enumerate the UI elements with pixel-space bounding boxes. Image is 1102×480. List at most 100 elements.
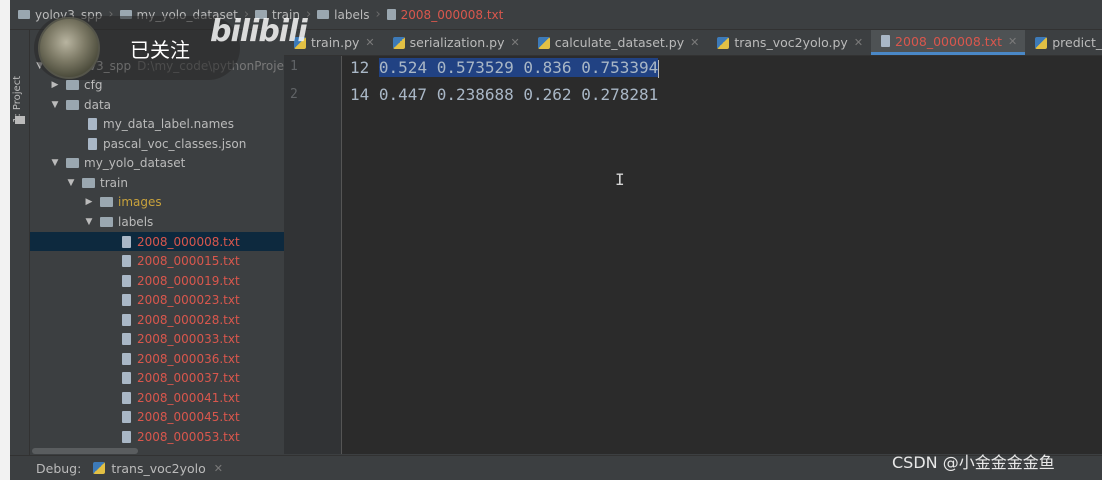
tree-item-images[interactable]: ▶ images [30, 192, 284, 211]
tree-item-label-file[interactable]: 2008_000033.txt [30, 329, 284, 348]
breadcrumb-item-file[interactable]: 2008_000008.txt [386, 7, 504, 22]
tree-item-label-file[interactable]: 2008_000036.txt [30, 349, 284, 368]
breadcrumb-label: labels [334, 7, 370, 22]
chevron-right-icon[interactable]: ▶ [50, 80, 60, 90]
tree-item-json-file[interactable]: pascal_voc_classes.json [30, 134, 284, 153]
tree-item-label-file[interactable]: 2008_000008.txt [30, 232, 284, 251]
tab-label: calculate_dataset.py [554, 35, 685, 50]
tree-item-label: 2008_000053.txt [137, 429, 240, 444]
python-file-icon [1035, 36, 1048, 49]
close-icon[interactable]: ✕ [214, 462, 223, 475]
text-file-icon [386, 9, 396, 20]
avatar [38, 17, 100, 79]
tree-item-label: pascal_voc_classes.json [103, 136, 247, 151]
text-file-icon [122, 410, 131, 423]
tree-item-data[interactable]: ▼ data [30, 95, 284, 114]
text-file-icon [122, 352, 131, 365]
tab-predict-test-py[interactable]: predict_test.py [1025, 30, 1102, 55]
code-line[interactable]: 12 0.524 0.573529 0.836 0.753394 [350, 57, 660, 79]
text-file-icon [122, 235, 131, 248]
code-editor[interactable]: 1 2 12 0.524 0.573529 0.836 0.753394 14 … [284, 56, 1102, 454]
tree-item-label: 2008_000015.txt [137, 253, 240, 268]
chevron-down-icon[interactable]: ▼ [66, 178, 76, 188]
tree-item-label: 2008_000023.txt [137, 292, 240, 307]
line-number-gutter: 1 2 [284, 56, 342, 454]
chevron-right-icon[interactable]: ▶ [84, 197, 94, 207]
horizontal-scrollbar[interactable] [30, 447, 284, 455]
tree-item-my-yolo-dataset[interactable]: ▼ my_yolo_dataset [30, 153, 284, 172]
debug-config-tab[interactable]: trans_voc2yolo [111, 461, 205, 476]
tree-item-label: data [84, 97, 112, 112]
csdn-watermark: CSDN @小金金金金鱼 [892, 453, 1055, 472]
folder-icon [66, 99, 79, 110]
chevron-right-icon: › [375, 7, 381, 22]
tree-item-label-file[interactable]: 2008_000019.txt [30, 271, 284, 290]
line-number: 1 [290, 59, 298, 74]
tab-2008-000008-txt[interactable]: 2008_000008.txt ✕ [871, 30, 1026, 55]
python-file-icon [717, 36, 730, 49]
tree-item-label: 2008_000045.txt [137, 409, 240, 424]
debug-label: Debug: [36, 460, 82, 476]
tree-item-label-file[interactable]: 2008_000023.txt [30, 290, 284, 309]
tab-calculate-dataset-py[interactable]: calculate_dataset.py ✕ [528, 30, 708, 55]
code-line[interactable]: 14 0.447 0.238688 0.262 0.278281 [350, 84, 658, 106]
follow-status[interactable]: 已关注 [130, 34, 190, 63]
tree-item-labels[interactable]: ▼ labels [30, 212, 284, 231]
folder-icon [66, 79, 79, 90]
tree-item-label-file[interactable]: 2008_000041.txt [30, 388, 284, 407]
chevron-down-icon[interactable]: ▼ [50, 158, 60, 168]
tree-item-label: 2008_000008.txt [137, 234, 240, 249]
tree-item-label-file[interactable]: 2008_000037.txt [30, 368, 284, 387]
editor-tabs: train.py ✕ serialization.py ✕ calculate_… [284, 30, 1102, 56]
tab-serialization-py[interactable]: serialization.py ✕ [383, 30, 528, 55]
folder-icon [100, 216, 113, 227]
tree-item-label: images [118, 194, 162, 209]
tree-item-train[interactable]: ▼ train [30, 173, 284, 192]
tree-item-label: 2008_000033.txt [137, 331, 240, 346]
tree-item-label: my_yolo_dataset [84, 155, 186, 170]
tree-item-label: 2008_000037.txt [137, 370, 240, 385]
chevron-down-icon[interactable]: ▼ [50, 100, 60, 110]
line-number: 2 [290, 87, 298, 102]
project-window-icon[interactable] [15, 116, 25, 124]
text-file-icon [122, 293, 131, 306]
tree-item-label-file[interactable]: 2008_000015.txt [30, 251, 284, 270]
folder-icon [100, 196, 113, 207]
tab-label: serialization.py [409, 35, 505, 50]
tree-item-label-file[interactable]: 2008_000045.txt [30, 407, 284, 426]
breadcrumb-label: 2008_000008.txt [400, 7, 504, 22]
tree-item-names-file[interactable]: my_data_label.names [30, 114, 284, 133]
close-icon[interactable]: ✕ [854, 36, 863, 49]
text-file-icon [122, 430, 131, 443]
close-icon[interactable]: ✕ [365, 36, 374, 49]
text-file-icon [122, 274, 131, 287]
tab-trans-voc2yolo-py[interactable]: trans_voc2yolo.py ✕ [707, 30, 871, 55]
python-run-config-icon [93, 462, 106, 474]
tool-window-strip: 1: Project [10, 30, 30, 455]
python-file-icon [537, 36, 550, 49]
tree-item-label: 2008_000028.txt [137, 312, 240, 327]
folder-icon [82, 177, 95, 188]
code-text: 14 0.447 0.238688 0.262 0.278281 [350, 85, 659, 104]
text-file-icon [88, 117, 97, 130]
close-icon[interactable]: ✕ [511, 36, 520, 49]
chevron-down-icon[interactable]: ▼ [84, 217, 94, 227]
close-icon[interactable]: ✕ [1008, 35, 1017, 48]
text-file-icon [122, 254, 131, 267]
screen-edge [0, 0, 10, 480]
text-cursor [658, 59, 660, 78]
tree-item-label: labels [118, 214, 154, 229]
breadcrumb-item-labels[interactable]: labels › [317, 7, 386, 22]
folder-icon [66, 157, 79, 168]
bilibili-logo: bilibili [210, 14, 308, 49]
scrollbar-thumb[interactable] [32, 448, 138, 454]
tree-item-label: 2008_000036.txt [137, 351, 240, 366]
close-icon[interactable]: ✕ [690, 36, 699, 49]
tab-label: 2008_000008.txt [895, 33, 1002, 49]
project-tree: ▼ yolov3_spp D:\my_code\pythonProje ▶ cf… [30, 30, 284, 455]
tree-item-label-file[interactable]: 2008_000053.txt [30, 427, 284, 446]
tree-item-label: 2008_000041.txt [137, 390, 240, 405]
folder-icon [18, 10, 30, 19]
tree-item-label-file[interactable]: 2008_000028.txt [30, 310, 284, 329]
selected-text: 0.524 0.573529 0.836 0.753394 [378, 58, 659, 77]
